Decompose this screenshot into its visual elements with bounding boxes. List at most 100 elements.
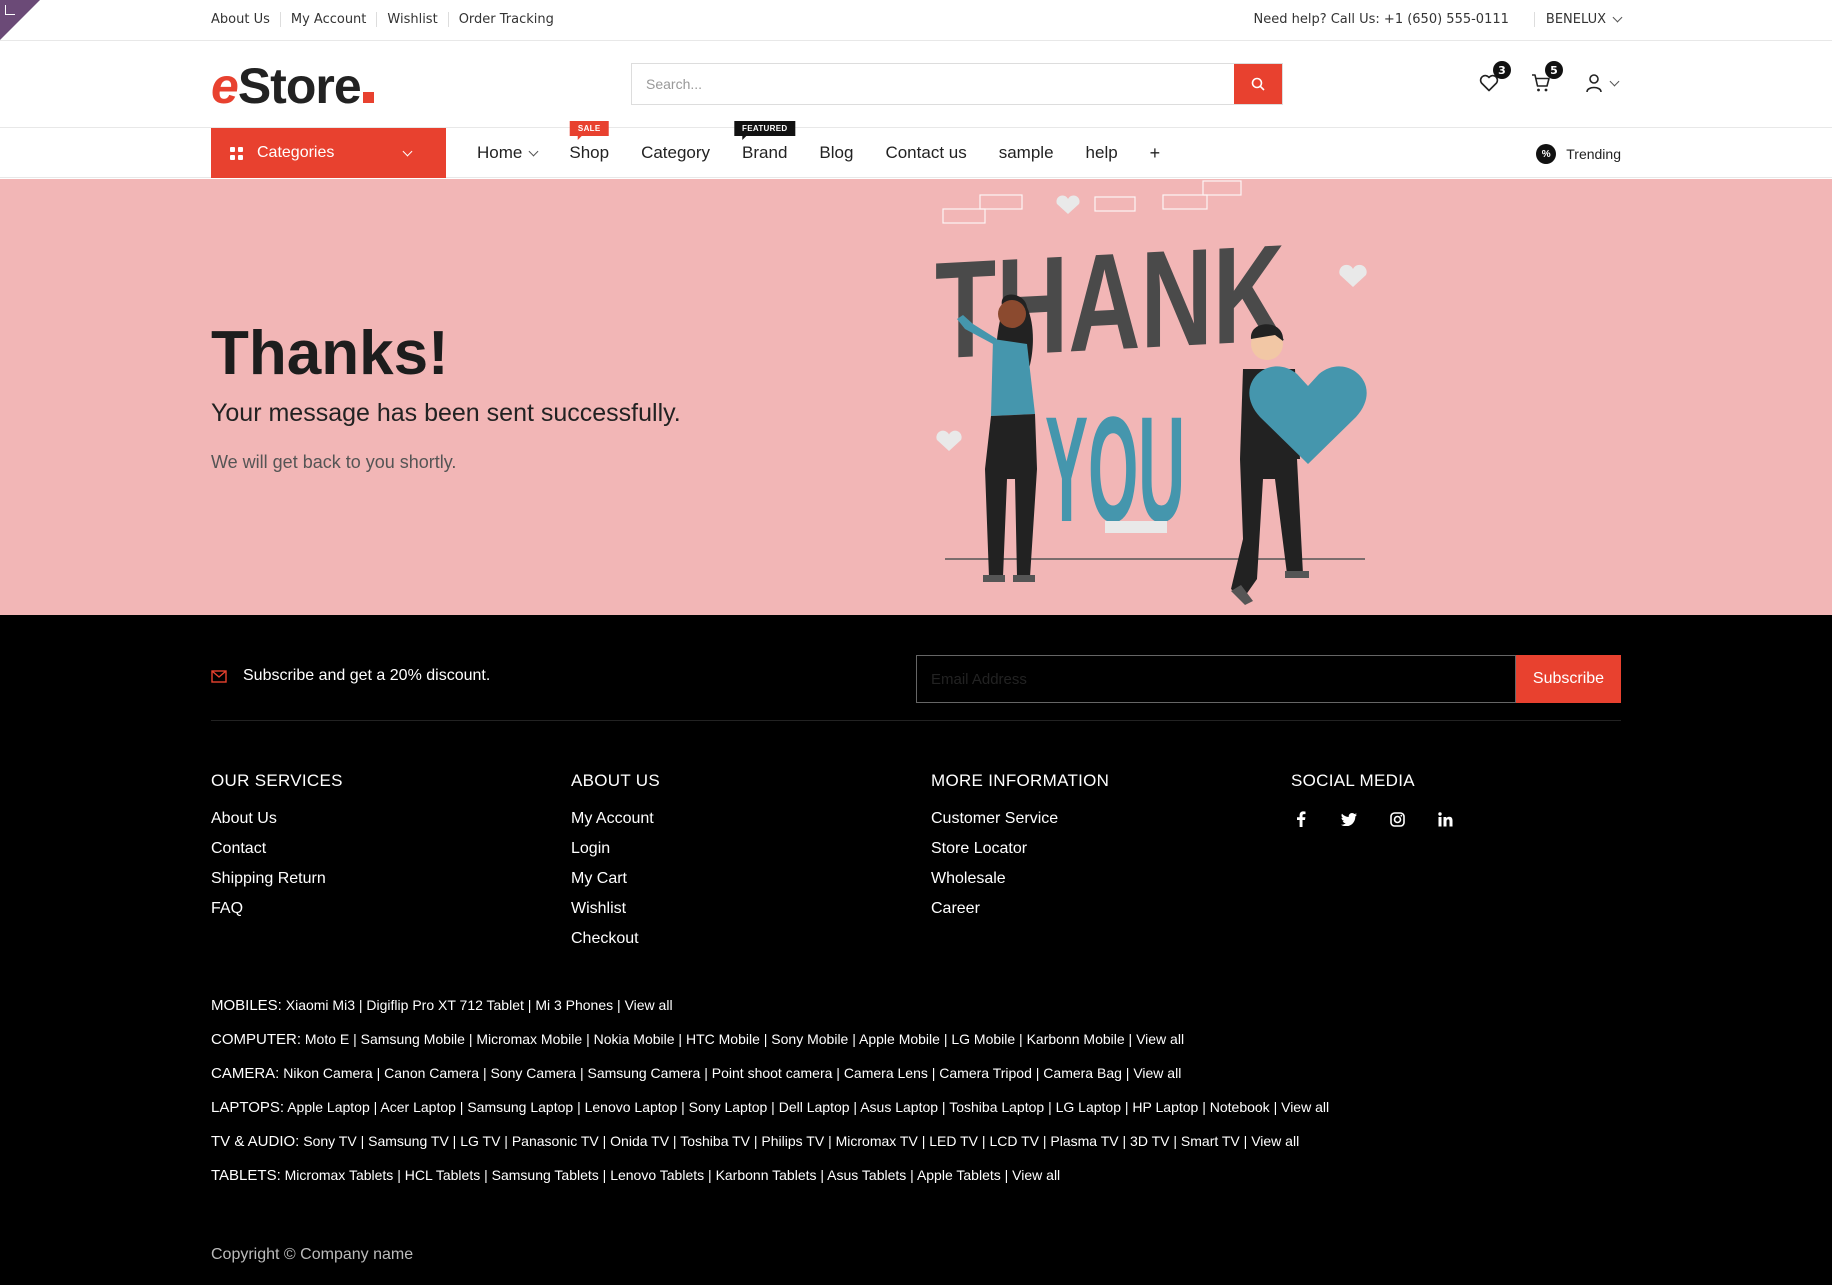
category-link[interactable]: Micromax TV [836, 1133, 918, 1149]
category-link[interactable]: Xiaomi Mi3 [286, 997, 355, 1013]
category-link[interactable]: Dell Laptop [779, 1099, 850, 1115]
region-selector[interactable]: BENELUX [1533, 12, 1623, 27]
category-link[interactable]: Asus Laptop [860, 1099, 938, 1115]
cart-button[interactable]: 5 [1529, 61, 1563, 95]
nav-item-category[interactable]: Category [641, 143, 710, 163]
footer-link[interactable]: Wholesale [931, 869, 1109, 889]
logo[interactable]: eStore [211, 61, 374, 111]
footer-link[interactable]: Shipping Return [211, 869, 343, 889]
category-link[interactable]: LG Laptop [1056, 1099, 1121, 1115]
category-link[interactable]: Sony Mobile [771, 1031, 848, 1047]
category-link[interactable]: HTC Mobile [686, 1031, 760, 1047]
nav-item-blog[interactable]: Blog [819, 143, 853, 163]
category-link[interactable]: Asus Tablets [827, 1167, 906, 1183]
category-link[interactable]: Philips TV [761, 1133, 824, 1149]
footer-link[interactable]: Customer Service [931, 809, 1109, 829]
top-link-my-account[interactable]: My Account [279, 12, 377, 27]
account-button[interactable] [1581, 71, 1621, 95]
category-link[interactable]: Toshiba Laptop [949, 1099, 1044, 1115]
footer-link[interactable]: My Cart [571, 869, 660, 889]
category-link[interactable]: Notebook [1210, 1099, 1270, 1115]
trending-link[interactable]: % Trending [1536, 144, 1621, 164]
category-link[interactable]: HP Laptop [1132, 1099, 1198, 1115]
category-link[interactable]: View all [625, 997, 673, 1013]
category-link[interactable]: Samsung Camera [588, 1065, 701, 1081]
category-link[interactable]: View all [1251, 1133, 1299, 1149]
linkedin-icon[interactable] [1435, 809, 1455, 829]
top-link-order-tracking[interactable]: Order Tracking [447, 12, 564, 27]
footer-link[interactable]: Store Locator [931, 839, 1109, 859]
category-link[interactable]: Apple Laptop [287, 1099, 370, 1115]
category-link[interactable]: Sony Laptop [689, 1099, 768, 1115]
category-link[interactable]: Toshiba TV [680, 1133, 750, 1149]
footer-link[interactable]: Wishlist [571, 899, 660, 919]
nav-item-shop[interactable]: SALE Shop [569, 121, 609, 163]
footer-link[interactable]: Career [931, 899, 1109, 919]
category-link[interactable]: Lenovo Tablets [610, 1167, 704, 1183]
category-link[interactable]: LG TV [460, 1133, 500, 1149]
category-link[interactable]: Samsung Tablets [492, 1167, 599, 1183]
category-link[interactable]: Smart TV [1181, 1133, 1240, 1149]
category-link[interactable]: Apple Mobile [859, 1031, 940, 1047]
category-link[interactable]: LED TV [929, 1133, 978, 1149]
link-separator: | [480, 1167, 492, 1183]
nav-item-contact-us[interactable]: Contact us [885, 143, 966, 163]
search-input[interactable] [632, 64, 1234, 104]
nav-item-brand[interactable]: FEATURED Brand [734, 121, 796, 163]
footer-link[interactable]: About Us [211, 809, 343, 829]
category-link[interactable]: Sony Camera [491, 1065, 577, 1081]
category-link[interactable]: Canon Camera [384, 1065, 479, 1081]
email-field[interactable] [916, 655, 1516, 703]
category-link[interactable]: Camera Tripod [939, 1065, 1032, 1081]
footer-link[interactable]: Checkout [571, 929, 660, 949]
nav-item-sample[interactable]: sample [999, 143, 1054, 163]
category-link[interactable]: Nokia Mobile [594, 1031, 675, 1047]
category-link[interactable]: Onida TV [610, 1133, 669, 1149]
category-link[interactable]: Lenovo Laptop [585, 1099, 678, 1115]
top-link-about-us[interactable]: About Us [211, 12, 280, 27]
category-link[interactable]: Apple Tablets [917, 1167, 1001, 1183]
category-link[interactable]: Point shoot camera [712, 1065, 833, 1081]
nav-more-button[interactable]: + [1150, 143, 1161, 164]
category-link[interactable]: LCD TV [989, 1133, 1039, 1149]
category-link[interactable]: Karbonn Mobile [1027, 1031, 1125, 1047]
category-link[interactable]: LG Mobile [951, 1031, 1015, 1047]
category-link[interactable]: Plasma TV [1050, 1133, 1118, 1149]
twitter-icon[interactable] [1339, 809, 1359, 829]
instagram-icon[interactable] [1387, 809, 1407, 829]
category-link[interactable]: Karbonn Tablets [716, 1167, 817, 1183]
category-link[interactable]: Micromax Mobile [476, 1031, 582, 1047]
wishlist-button[interactable]: 3 [1477, 61, 1511, 95]
category-link[interactable]: Samsung Mobile [361, 1031, 465, 1047]
facebook-icon[interactable] [1291, 809, 1311, 829]
category-link[interactable]: View all [1133, 1065, 1181, 1081]
categories-button[interactable]: Categories [211, 128, 446, 178]
link-separator: | [1124, 1031, 1137, 1047]
nav-item-help[interactable]: help [1086, 143, 1118, 163]
category-link[interactable]: Samsung Laptop [467, 1099, 573, 1115]
footer-link[interactable]: FAQ [211, 899, 343, 919]
category-link[interactable]: Panasonic TV [512, 1133, 599, 1149]
category-link[interactable]: 3D TV [1130, 1133, 1169, 1149]
category-link[interactable]: Sony TV [303, 1133, 356, 1149]
category-link[interactable]: Nikon Camera [283, 1065, 372, 1081]
category-link[interactable]: Digiflip Pro XT 712 Tablet [366, 997, 523, 1013]
subscribe-button[interactable]: Subscribe [1516, 655, 1621, 703]
category-link[interactable]: Camera Lens [844, 1065, 928, 1081]
search-button[interactable] [1234, 64, 1282, 104]
top-link-wishlist[interactable]: Wishlist [376, 12, 447, 27]
category-link[interactable]: Mi 3 Phones [535, 997, 613, 1013]
category-link[interactable]: HCL Tablets [405, 1167, 480, 1183]
category-link[interactable]: Acer Laptop [380, 1099, 456, 1115]
footer-link[interactable]: My Account [571, 809, 660, 829]
category-link[interactable]: Micromax Tablets [285, 1167, 394, 1183]
category-link[interactable]: View all [1012, 1167, 1060, 1183]
category-link[interactable]: View all [1281, 1099, 1329, 1115]
category-link[interactable]: View all [1136, 1031, 1184, 1047]
footer-link[interactable]: Login [571, 839, 660, 859]
footer-link[interactable]: Contact [211, 839, 343, 859]
nav-item-home[interactable]: Home [477, 143, 539, 163]
category-link[interactable]: Camera Bag [1043, 1065, 1122, 1081]
category-link[interactable]: Moto E [305, 1031, 349, 1047]
category-link[interactable]: Samsung TV [368, 1133, 449, 1149]
